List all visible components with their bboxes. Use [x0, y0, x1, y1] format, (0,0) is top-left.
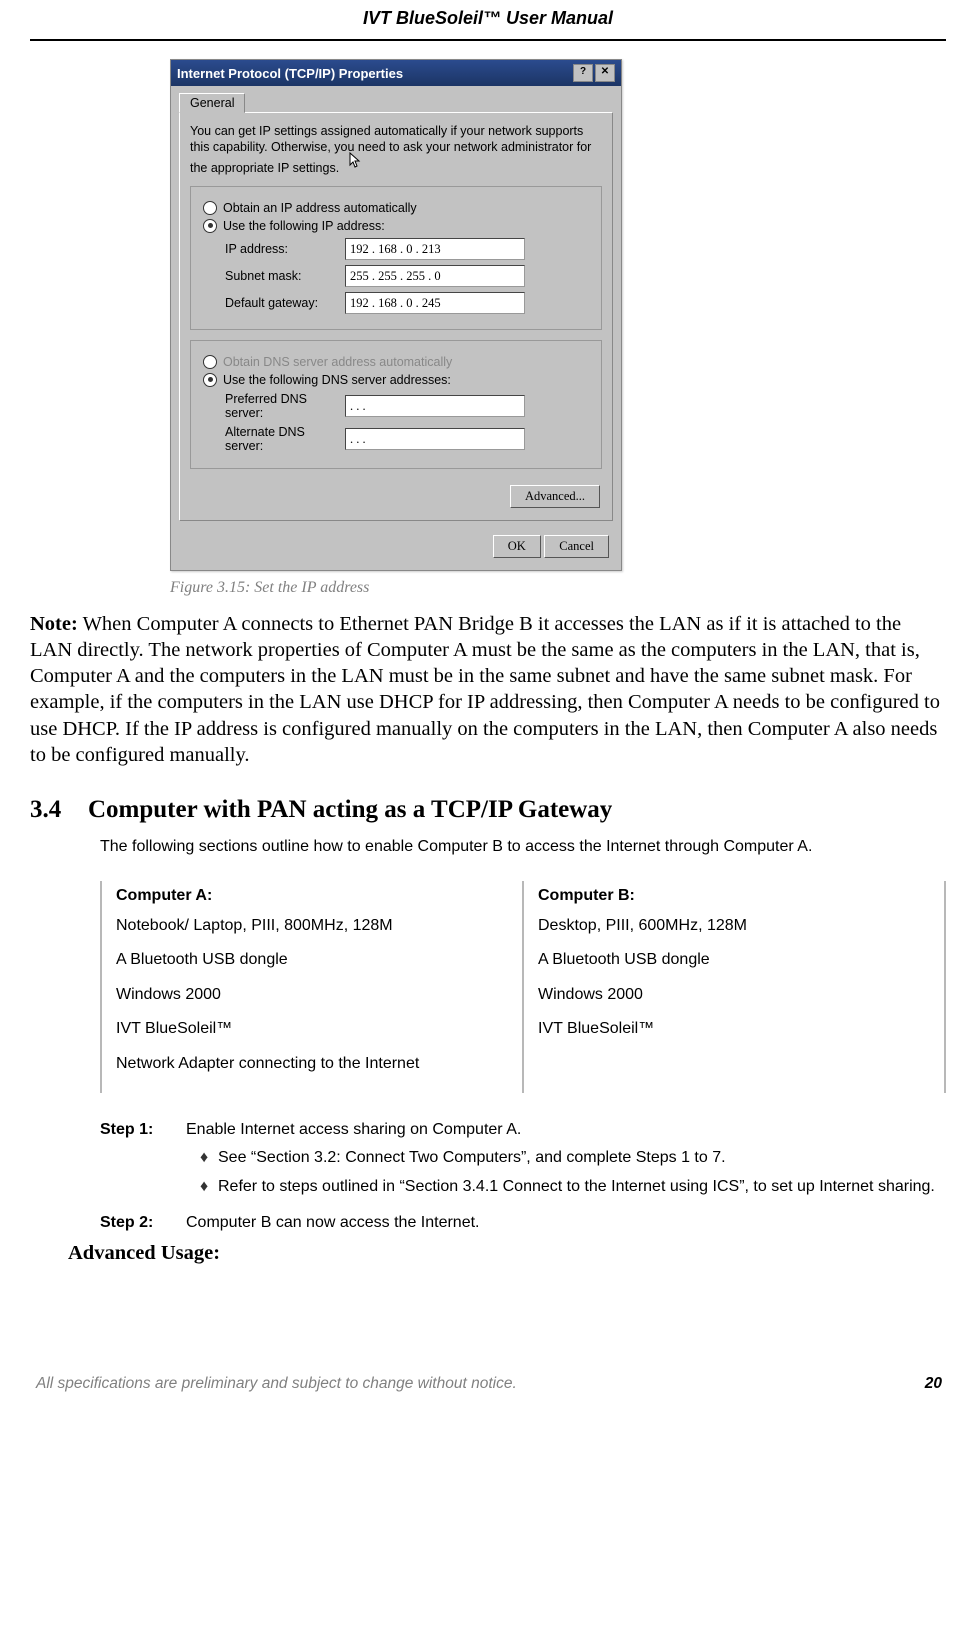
mouse-cursor-icon [349, 152, 365, 168]
page-title: IVT BlueSoleil™ User Manual [30, 8, 946, 41]
spec-b-head: Computer B: [538, 885, 930, 907]
list-item: IVT BlueSoleil™ [116, 1018, 508, 1040]
radio-manual-dns[interactable]: Use the following DNS server addresses: [203, 373, 589, 387]
section-number: 3.4 [30, 796, 88, 824]
step-1-bullet-1: See “Section 3.2: Connect Two Computers”… [218, 1147, 726, 1169]
advanced-button[interactable]: Advanced... [510, 485, 600, 508]
label-alternate-dns: Alternate DNS server: [225, 425, 345, 453]
close-icon[interactable]: ✕ [595, 64, 615, 82]
advanced-usage-heading: Advanced Usage: [68, 1242, 946, 1265]
label-subnet-mask: Subnet mask: [225, 269, 345, 283]
footer-text: All specifications are preliminary and s… [30, 1375, 925, 1393]
spec-column-a: Computer A: Notebook/ Laptop, PIII, 800M… [100, 881, 522, 1093]
input-alternate-dns[interactable]: . . . [345, 428, 525, 450]
note-paragraph: Note: When Computer A connects to Ethern… [30, 611, 946, 768]
section-title: Computer with PAN acting as a TCP/IP Gat… [88, 796, 612, 823]
figure-caption: Figure 3.15: Set the IP address [170, 579, 946, 597]
step-1-label: Step 1: [100, 1119, 186, 1204]
dialog-screenshot: Internet Protocol (TCP/IP) Properties ? … [170, 59, 946, 571]
list-item: IVT BlueSoleil™ [538, 1018, 930, 1040]
spec-table: Computer A: Notebook/ Laptop, PIII, 800M… [100, 881, 946, 1093]
list-item: A Bluetooth USB dongle [538, 949, 930, 971]
tab-general[interactable]: General [179, 93, 245, 113]
step-2-label: Step 2: [100, 1212, 186, 1234]
input-subnet-mask[interactable]: 255 . 255 . 255 . 0 [345, 265, 525, 287]
dialog-titlebar: Internet Protocol (TCP/IP) Properties ? … [171, 60, 621, 86]
help-icon[interactable]: ? [573, 64, 593, 82]
page-footer: All specifications are preliminary and s… [30, 1375, 946, 1393]
label-default-gateway: Default gateway: [225, 296, 345, 310]
step-1-text: Enable Internet access sharing on Comput… [186, 1119, 946, 1141]
step-2-text: Computer B can now access the Internet. [186, 1212, 946, 1234]
input-default-gateway[interactable]: 192 . 168 . 0 . 245 [345, 292, 525, 314]
cancel-button[interactable]: Cancel [544, 535, 609, 558]
dialog-title: Internet Protocol (TCP/IP) Properties [177, 66, 571, 81]
list-item: Notebook/ Laptop, PIII, 800MHz, 128M [116, 915, 508, 937]
ok-button[interactable]: OK [493, 535, 541, 558]
spec-a-head: Computer A: [116, 885, 508, 907]
list-item: Desktop, PIII, 600MHz, 128M [538, 915, 930, 937]
input-ip-address[interactable]: 192 . 168 . 0 . 213 [345, 238, 525, 260]
input-preferred-dns[interactable]: . . . [345, 395, 525, 417]
dialog-description: You can get IP settings assigned automat… [190, 123, 602, 176]
radio-obtain-auto[interactable]: Obtain an IP address automatically [203, 201, 589, 215]
label-preferred-dns: Preferred DNS server: [225, 392, 345, 420]
radio-manual-ip[interactable]: Use the following IP address: [203, 219, 589, 233]
note-label: Note: [30, 613, 78, 635]
section-intro: The following sections outline how to en… [100, 836, 946, 858]
diamond-bullet-icon: ♦ [200, 1147, 218, 1169]
list-item: A Bluetooth USB dongle [116, 949, 508, 971]
page-number: 20 [925, 1375, 946, 1393]
list-item: Windows 2000 [538, 984, 930, 1006]
spec-column-b: Computer B: Desktop, PIII, 600MHz, 128M … [522, 881, 946, 1093]
list-item: Windows 2000 [116, 984, 508, 1006]
step-1-bullet-2: Refer to steps outlined in “Section 3.4.… [218, 1176, 935, 1198]
label-ip-address: IP address: [225, 242, 345, 256]
section-heading: 3.4Computer with PAN acting as a TCP/IP … [30, 796, 946, 824]
diamond-bullet-icon: ♦ [200, 1176, 218, 1198]
list-item: Network Adapter connecting to the Intern… [116, 1053, 508, 1075]
radio-obtain-dns-auto: Obtain DNS server address automatically [203, 355, 589, 369]
